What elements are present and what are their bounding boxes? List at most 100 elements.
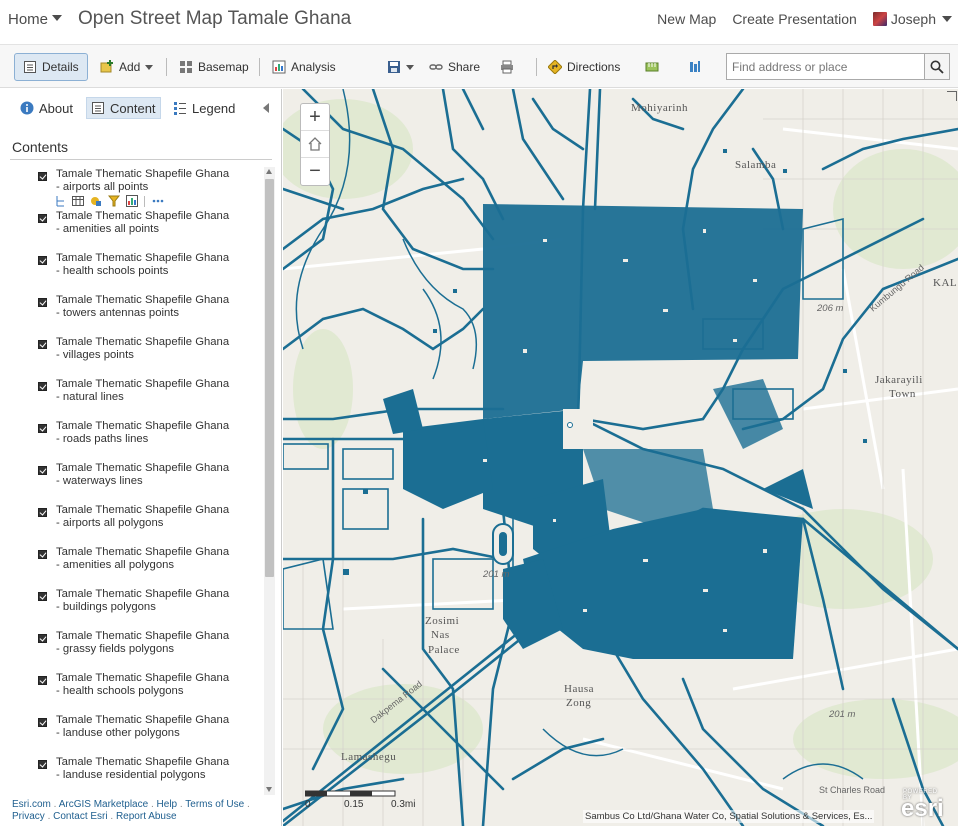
layer-title[interactable]: Tamale Thematic Shapefile Ghana - natural… [56,378,262,404]
user-name[interactable]: Joseph [891,11,936,27]
layer-visibility-checkbox[interactable] [38,676,47,685]
user-menu[interactable]: Joseph [872,11,952,27]
scroll-thumb[interactable] [265,179,274,577]
zoom-out-button[interactable]: − [301,158,329,185]
layer-item[interactable]: Tamale Thematic Shapefile Ghana - village… [30,336,262,376]
layer-title[interactable]: Tamale Thematic Shapefile Ghana - buildin… [56,588,262,614]
zoom-in-button[interactable]: + [301,104,329,131]
chevron-down-icon[interactable] [52,15,63,21]
layer-visibility-checkbox[interactable] [38,214,47,223]
layer-item[interactable]: Tamale Thematic Shapefile Ghana - landuse… [30,714,262,754]
chevron-down-icon[interactable] [942,16,952,22]
terms-link[interactable]: Terms of Use [185,799,244,810]
contact-link[interactable]: Contact Esri [53,811,107,822]
perform-analysis-icon[interactable] [126,195,138,207]
scroll-down-icon[interactable] [266,787,272,792]
collapse-panel-icon[interactable] [263,103,269,113]
layer-title[interactable]: Tamale Thematic Shapefile Ghana - waterwa… [56,462,262,488]
esri-com-link[interactable]: Esri.com [12,799,51,810]
new-map-link[interactable]: New Map [657,11,716,27]
print-button[interactable] [500,53,514,81]
layer-title[interactable]: Tamale Thematic Shapefile Ghana - landuse… [56,756,262,782]
layer-title[interactable]: Tamale Thematic Shapefile Ghana - health … [56,672,262,698]
privacy-link[interactable]: Privacy [12,811,45,822]
fullscreen-icon[interactable] [947,91,957,101]
layer-title[interactable]: Tamale Thematic Shapefile Ghana - ameniti… [56,546,262,572]
home-label[interactable]: Home [8,11,48,28]
layer-item[interactable]: Tamale Thematic Shapefile Ghana - ameniti… [30,546,262,586]
layer-visibility-checkbox[interactable] [38,424,47,433]
avatar [872,12,887,26]
save-button[interactable] [387,53,414,81]
marketplace-link[interactable]: ArcGIS Marketplace [59,799,148,810]
layer-title[interactable]: Tamale Thematic Shapefile Ghana - airport… [56,168,262,194]
layer-item[interactable]: Tamale Thematic Shapefile Ghana - landuse… [30,756,262,796]
layer-visibility-checkbox[interactable] [38,634,47,643]
show-legend-icon[interactable] [54,195,66,207]
layer-item[interactable]: Tamale Thematic Shapefile Ghana - grassy … [30,630,262,670]
layer-title[interactable]: Tamale Thematic Shapefile Ghana - ameniti… [56,210,262,236]
layer-item[interactable]: Tamale Thematic Shapefile Ghana - health … [30,672,262,712]
layer-title[interactable]: Tamale Thematic Shapefile Ghana - village… [56,336,262,362]
esri-logo[interactable]: POWERED BY esri [901,789,944,823]
layer-item[interactable]: Tamale Thematic Shapefile Ghana - ameniti… [30,210,262,250]
tab-legend[interactable]: Legend [173,97,235,119]
layer-item[interactable]: Tamale Thematic Shapefile Ghana - airport… [30,168,262,208]
layer-title[interactable]: Tamale Thematic Shapefile Ghana - airport… [56,504,262,530]
scroll-up-icon[interactable] [266,169,272,174]
layer-title[interactable]: Tamale Thematic Shapefile Ghana - roads p… [56,420,262,446]
layer-visibility-checkbox[interactable] [38,172,47,181]
layer-visibility-checkbox[interactable] [38,718,47,727]
add-button[interactable]: Add [100,53,154,81]
create-presentation-link[interactable]: Create Presentation [732,11,857,27]
layer-title-line2: - towers antennas points [56,307,180,319]
directions-button[interactable]: Directions [548,53,620,81]
layer-item[interactable]: Tamale Thematic Shapefile Ghana - roads p… [30,420,262,460]
chevron-down-icon[interactable] [406,64,414,70]
layer-visibility-checkbox[interactable] [38,508,47,517]
filter-icon[interactable] [108,195,120,207]
tab-content[interactable]: Content [86,97,161,119]
change-style-icon[interactable] [90,195,102,207]
table-icon[interactable] [72,195,84,207]
chevron-down-icon[interactable] [145,64,154,70]
more-options-icon[interactable] [151,195,165,207]
layer-visibility-checkbox[interactable] [38,298,47,307]
layer-visibility-checkbox[interactable] [38,256,47,265]
layer-title[interactable]: Tamale Thematic Shapefile Ghana - landuse… [56,714,262,740]
search-button[interactable] [924,54,949,79]
report-abuse-link[interactable]: Report Abuse [116,811,177,822]
layer-title[interactable]: Tamale Thematic Shapefile Ghana - grassy … [56,630,262,656]
tab-about[interactable]: About [20,97,73,119]
layer-visibility-checkbox[interactable] [38,550,47,559]
layer-visibility-checkbox[interactable] [38,592,47,601]
analysis-button[interactable]: Analysis [272,53,336,81]
help-link[interactable]: Help [157,799,178,810]
layer-visibility-checkbox[interactable] [38,340,47,349]
layer-item[interactable]: Tamale Thematic Shapefile Ghana - natural… [30,378,262,418]
layer-visibility-checkbox[interactable] [38,466,47,475]
layer-item[interactable]: Tamale Thematic Shapefile Ghana - waterwa… [30,462,262,502]
layer-title[interactable]: Tamale Thematic Shapefile Ghana - towers … [56,294,262,320]
zoom-control: + − [300,103,330,186]
layer-title[interactable]: Tamale Thematic Shapefile Ghana - health … [56,252,262,278]
layer-visibility-checkbox[interactable] [38,382,47,391]
bookmarks-button[interactable] [688,53,702,81]
map-view[interactable]: + − Mohiyarinh Salamba KAL Jakarayili To… [283,89,958,826]
measure-button[interactable] [645,53,659,81]
details-button[interactable]: Details [14,53,88,81]
basemap-button[interactable]: Basemap [179,53,249,81]
details-label: Details [42,60,79,74]
layer-item[interactable]: Tamale Thematic Shapefile Ghana - towers … [30,294,262,334]
home-extent-button[interactable] [301,131,329,158]
search-input[interactable] [727,54,923,79]
share-button[interactable]: Share [429,53,480,81]
layer-visibility-checkbox[interactable] [38,760,47,769]
share-label: Share [448,60,481,74]
home-menu[interactable]: Home [8,11,63,28]
layer-item[interactable]: Tamale Thematic Shapefile Ghana - health … [30,252,262,292]
layer-item[interactable]: Tamale Thematic Shapefile Ghana - airport… [30,504,262,544]
road-label: St Charles Road [819,785,886,795]
layer-list-scrollbar[interactable] [264,167,275,795]
layer-item[interactable]: Tamale Thematic Shapefile Ghana - buildin… [30,588,262,628]
